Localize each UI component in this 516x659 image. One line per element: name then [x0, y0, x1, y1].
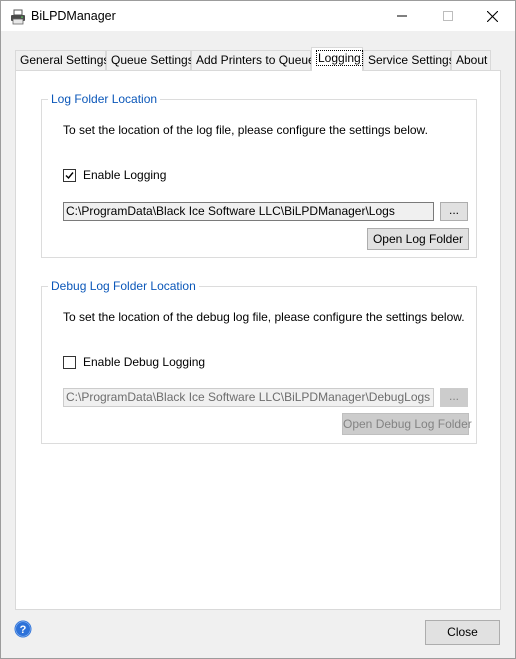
- debug-log-browse-button[interactable]: ...: [440, 388, 468, 407]
- close-icon: [486, 10, 498, 22]
- debug-log-path-field[interactable]: C:\ProgramData\Black Ice Software LLC\Bi…: [63, 388, 434, 407]
- svg-text:?: ?: [20, 624, 27, 636]
- tab-label: Add Printers to Queues: [196, 53, 321, 67]
- logging-tab-panel: Log Folder Location To set the location …: [15, 70, 501, 610]
- log-folder-group: Log Folder Location To set the location …: [41, 92, 477, 258]
- tab-label: About: [456, 53, 488, 67]
- minimize-icon: [397, 15, 407, 17]
- enable-logging-checkbox[interactable]: Enable Logging: [63, 168, 166, 182]
- tab-queue-settings[interactable]: Queue Settings: [106, 50, 194, 70]
- printer-app-icon: [11, 9, 25, 25]
- checkmark-icon: [65, 171, 74, 179]
- tab-service-settings[interactable]: Service Settings: [363, 50, 455, 70]
- debug-log-folder-group: Debug Log Folder Location To set the loc…: [41, 279, 477, 444]
- tab-general-settings[interactable]: General Settings: [15, 50, 110, 70]
- checkbox-box[interactable]: [63, 355, 76, 369]
- main-window: BiLPDManager General Settings Queue Sett…: [0, 0, 516, 659]
- debug-log-description: To set the location of the debug log fil…: [63, 310, 465, 324]
- log-browse-button[interactable]: ...: [440, 202, 468, 221]
- tab-logging[interactable]: Logging: [311, 47, 363, 71]
- minimize-button[interactable]: [379, 1, 425, 31]
- tab-label: Logging: [316, 50, 363, 66]
- open-debug-log-folder-button[interactable]: Open Debug Log Folder: [342, 413, 472, 435]
- log-path-field[interactable]: C:\ProgramData\Black Ice Software LLC\Bi…: [63, 202, 434, 221]
- log-description: To set the location of the log file, ple…: [63, 123, 428, 137]
- debug-log-folder-group-title: Debug Log Folder Location: [48, 279, 199, 293]
- close-button[interactable]: Close: [425, 620, 500, 645]
- maximize-icon: [443, 11, 453, 21]
- enable-debug-logging-checkbox[interactable]: Enable Debug Logging: [63, 355, 205, 369]
- open-log-folder-button[interactable]: Open Log Folder: [367, 228, 469, 250]
- window-title: BiLPDManager: [31, 9, 116, 23]
- title-bar[interactable]: BiLPDManager: [1, 1, 515, 31]
- checkbox-box[interactable]: [63, 168, 76, 182]
- enable-logging-label: Enable Logging: [83, 168, 167, 182]
- log-folder-group-title: Log Folder Location: [48, 92, 161, 106]
- tab-label: Service Settings: [368, 53, 455, 67]
- window-close-button[interactable]: [469, 1, 515, 31]
- tab-label: General Settings: [20, 53, 110, 67]
- tab-label: Queue Settings: [111, 53, 194, 67]
- tab-about[interactable]: About: [451, 50, 491, 70]
- help-icon[interactable]: ?: [14, 620, 32, 638]
- tab-add-printers-to-queues[interactable]: Add Printers to Queues: [191, 50, 321, 70]
- enable-debug-logging-label: Enable Debug Logging: [83, 355, 206, 369]
- maximize-button[interactable]: [425, 1, 471, 31]
